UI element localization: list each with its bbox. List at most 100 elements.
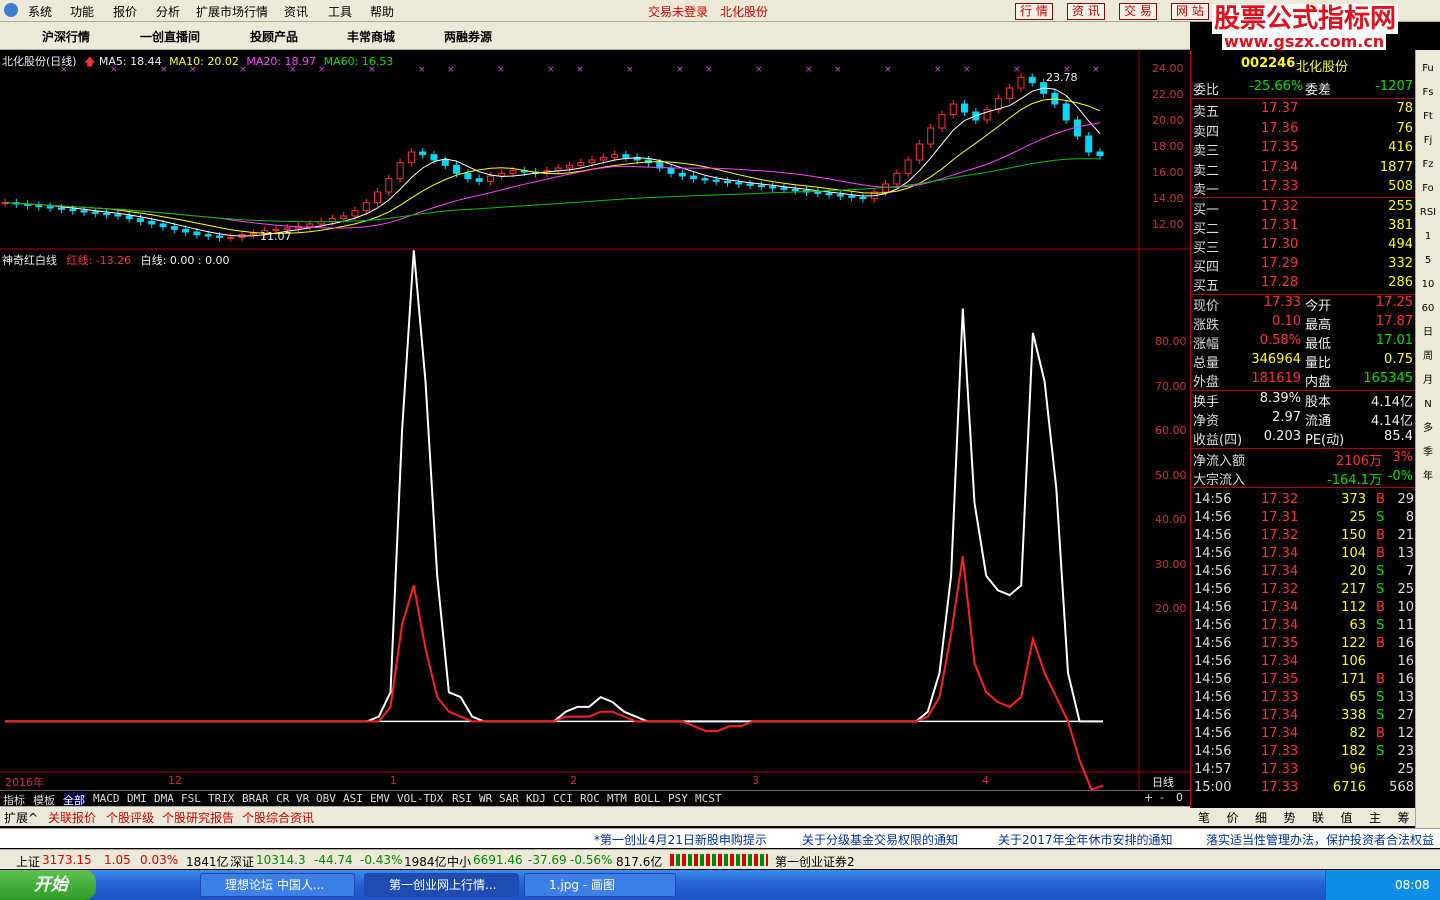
buy-level-row[interactable]: 买五 17.28 286 bbox=[1191, 275, 1416, 294]
tab-margin[interactable]: 两融券源 bbox=[444, 28, 492, 45]
quote-tab[interactable]: 细 bbox=[1255, 809, 1267, 826]
start-button[interactable]: 开始 bbox=[0, 870, 96, 900]
quote-tab[interactable]: 主 bbox=[1369, 809, 1381, 826]
menu-help[interactable]: 帮助 bbox=[370, 3, 394, 20]
tab-live[interactable]: 一创直播间 bbox=[140, 28, 200, 45]
sz-value[interactable]: 10314.3 bbox=[256, 853, 306, 867]
indicator-tab[interactable]: WR bbox=[479, 792, 492, 805]
indicator-tab[interactable]: VOL-TDX bbox=[397, 792, 443, 805]
indicator-tab[interactable]: CR bbox=[276, 792, 289, 805]
news-item[interactable]: *第一创业4月21日新股申购提示 bbox=[594, 831, 767, 848]
menu-system[interactable]: 系统 bbox=[28, 3, 52, 20]
indicator-tab[interactable]: FSL bbox=[181, 792, 201, 805]
menu-info[interactable]: 资讯 bbox=[284, 3, 308, 20]
buy-level-row[interactable]: 买一 17.32 255 bbox=[1191, 199, 1416, 218]
indicator-tab[interactable]: BOLL bbox=[634, 792, 661, 805]
indicator-tab[interactable]: ASI bbox=[343, 792, 363, 805]
toolbar-button[interactable]: Fz bbox=[1419, 156, 1437, 173]
indicator-tab[interactable]: DMI bbox=[127, 792, 147, 805]
toolbar-button[interactable]: RSI bbox=[1419, 204, 1437, 221]
news-item[interactable]: 关于2017年全年休市安排的通知 bbox=[998, 831, 1173, 848]
toolbar-button[interactable]: 月 bbox=[1419, 372, 1437, 389]
buy-level-row[interactable]: 买三 17.30 494 bbox=[1191, 237, 1416, 256]
sell-level-row[interactable]: 卖二 17.34 1877 bbox=[1191, 160, 1416, 179]
menu-analysis[interactable]: 分析 bbox=[156, 3, 180, 20]
indicator-tab[interactable]: KDJ bbox=[526, 792, 546, 805]
indicator-tab[interactable]: CCI bbox=[553, 792, 573, 805]
toolbar-button[interactable]: 多 bbox=[1419, 420, 1437, 437]
indicator-tab[interactable]: SAR bbox=[499, 792, 519, 805]
sell-level-row[interactable]: 卖三 17.35 416 bbox=[1191, 140, 1416, 159]
indicator-tab[interactable]: BRAR bbox=[242, 792, 269, 805]
sell-level-row[interactable]: 卖一 17.33 508 bbox=[1191, 179, 1416, 198]
indicator-header: 神奇红白线 红线: -13.26 白线: 0.00 : 0.00 bbox=[2, 252, 230, 268]
indicator-tab[interactable]: MACD bbox=[93, 792, 120, 805]
indicator-tab[interactable]: RSI bbox=[452, 792, 472, 805]
indicator-reset-button[interactable]: 0 bbox=[1176, 791, 1183, 804]
toolbar-button[interactable]: Fu bbox=[1419, 60, 1437, 77]
buy-level-row[interactable]: 买二 17.31 381 bbox=[1191, 218, 1416, 237]
indicator-tab[interactable]: MTM bbox=[607, 792, 627, 805]
sh-value[interactable]: 3173.15 bbox=[42, 853, 92, 867]
news-button[interactable]: 资 讯 bbox=[1067, 3, 1105, 20]
indicator-tab[interactable]: EMV bbox=[370, 792, 390, 805]
toolbar-button[interactable]: 季 bbox=[1419, 444, 1437, 461]
quote-button[interactable]: 行 情 bbox=[1015, 3, 1053, 20]
login-status[interactable]: 交易未登录 bbox=[648, 3, 708, 20]
menu-function[interactable]: 功能 bbox=[70, 3, 94, 20]
ext-news[interactable]: 个股综合资讯 bbox=[242, 809, 314, 826]
toolbar-button[interactable]: Fo bbox=[1419, 180, 1437, 197]
toolbar-button[interactable]: 日 bbox=[1419, 324, 1437, 341]
indicator-tab[interactable]: MCST bbox=[695, 792, 722, 805]
zx-value[interactable]: 6691.46 bbox=[473, 853, 523, 867]
fundamental-row: 换手 8.39% 股本 4.14亿 bbox=[1191, 391, 1416, 410]
chart-area[interactable]: × × × × × × × × × × × × × × × × × × × × × × × × × 北化股份(日线) 🡅 MA5… bbox=[0, 50, 1190, 790]
menu-tools[interactable]: 工具 bbox=[328, 3, 352, 20]
quote-tab[interactable]: 值 bbox=[1341, 809, 1353, 826]
quote-tab[interactable]: 笔 bbox=[1198, 809, 1210, 826]
indicator-tab[interactable]: VR bbox=[296, 792, 309, 805]
news-item[interactable]: 落实适当性管理办法，保护投资者合法权益 bbox=[1206, 831, 1434, 848]
task-trading-app[interactable]: 第一创业网上行情... bbox=[364, 873, 519, 897]
menu-quote[interactable]: 报价 bbox=[113, 3, 137, 20]
indicator-tab[interactable]: PSY bbox=[668, 792, 688, 805]
ext-related-quote[interactable]: 关联报价 bbox=[48, 809, 96, 826]
news-item[interactable]: 关于分级基金交易权限的通知 bbox=[802, 831, 958, 848]
toolbar-button[interactable]: Fj bbox=[1419, 132, 1437, 149]
quote-tab[interactable]: 筹 bbox=[1398, 809, 1410, 826]
toolbar-button[interactable]: 周 bbox=[1419, 348, 1437, 365]
task-paint[interactable]: 1.jpg - 画图 bbox=[524, 873, 676, 897]
quote-tab[interactable]: 价 bbox=[1227, 809, 1239, 826]
toolbar-button[interactable]: 10 bbox=[1419, 276, 1437, 293]
period-label[interactable]: 日线 bbox=[1152, 774, 1174, 790]
quote-tab[interactable]: 势 bbox=[1284, 809, 1296, 826]
task-forum[interactable]: 理想论坛 中国人... bbox=[200, 873, 355, 897]
indicator-tab[interactable]: ROC bbox=[580, 792, 600, 805]
ext-rating[interactable]: 个股评级 bbox=[106, 809, 154, 826]
toolbar-button[interactable]: 1 bbox=[1419, 228, 1437, 245]
website-button[interactable]: 网 站 bbox=[1171, 3, 1209, 20]
toolbar-button[interactable]: N bbox=[1419, 396, 1437, 413]
quote-tab[interactable]: 联 bbox=[1312, 809, 1324, 826]
sell-level-row[interactable]: 卖五 17.37 78 bbox=[1191, 101, 1416, 120]
indicator-remove-button[interactable]: - bbox=[1160, 791, 1164, 804]
menu-ext-market[interactable]: 扩展市场行情 bbox=[196, 3, 268, 20]
toolbar-button[interactable]: Fs bbox=[1419, 84, 1437, 101]
indicator-tab[interactable]: TRIX bbox=[208, 792, 235, 805]
toolbar-button[interactable]: 60 bbox=[1419, 300, 1437, 317]
toolbar-button[interactable]: 年 bbox=[1419, 468, 1437, 485]
trade-button[interactable]: 交 易 bbox=[1119, 3, 1157, 20]
ext-expand[interactable]: 扩展^ bbox=[4, 809, 38, 826]
sell-level-row[interactable]: 卖四 17.36 76 bbox=[1191, 121, 1416, 140]
tab-mall[interactable]: 丰常商城 bbox=[347, 28, 395, 45]
tab-hs-market[interactable]: 沪深行情 bbox=[42, 28, 90, 45]
indicator-tab[interactable]: OBV bbox=[316, 792, 336, 805]
ext-research[interactable]: 个股研究报告 bbox=[162, 809, 234, 826]
buy-level-row[interactable]: 买四 17.29 332 bbox=[1191, 256, 1416, 275]
toolbar-button[interactable]: Ft bbox=[1419, 108, 1437, 125]
tab-products[interactable]: 投顾产品 bbox=[250, 28, 298, 45]
chart-svg[interactable]: × × × × × × × × × × × × × × × × × × × × × × × × × bbox=[0, 50, 1190, 790]
indicator-tab[interactable]: DMA bbox=[154, 792, 174, 805]
toolbar-button[interactable]: 5 bbox=[1419, 252, 1437, 269]
indicator-add-button[interactable]: + bbox=[1144, 791, 1153, 804]
